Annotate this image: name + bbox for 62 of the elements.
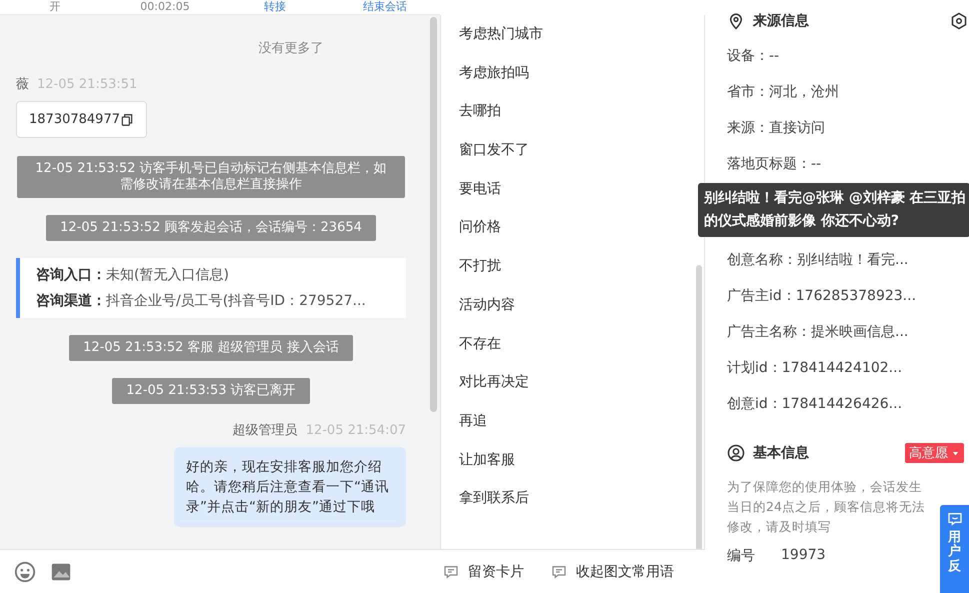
settings-icon[interactable]	[950, 12, 968, 30]
info-field: 创意名称：别纠结啦！看完...	[727, 252, 908, 268]
message-text: 18730784977	[29, 112, 120, 127]
quick-phrase[interactable]: 活动内容	[459, 286, 515, 324]
quick-phrase[interactable]: 再追	[459, 402, 487, 441]
transfer-link[interactable]: 转接	[220, 1, 330, 13]
info-field: 落地页标题：--	[727, 156, 822, 172]
location-pin-icon	[727, 12, 745, 30]
no-more-messages: 没有更多了	[258, 40, 324, 57]
system-notice: 12-05 21:53:53 访客已离开	[112, 378, 310, 404]
scrollbar[interactable]	[696, 265, 702, 549]
quick-phrase[interactable]: 不存在	[459, 324, 501, 364]
call-duration: 00:02:05	[139, 1, 191, 13]
message-time: 12-05 21:54:07	[306, 423, 406, 438]
copy-icon[interactable]	[120, 112, 134, 126]
field-label: 咨询渠道：	[36, 293, 106, 309]
info-note: 为了保障您的使用体验，会话发生当日的24点之后，顾客信息将无法修改，请及时填写	[727, 478, 926, 536]
quick-phrase[interactable]: 问价格	[459, 208, 501, 248]
field-value: 未知(暂无入口信息)	[106, 267, 229, 283]
section-title: 来源信息	[753, 12, 809, 30]
quick-phrase[interactable]: 考虑热门城市	[459, 15, 543, 54]
info-field: 广告主名称：提米映画信息...	[727, 324, 908, 340]
end-session-link[interactable]: 结束会话	[330, 1, 440, 13]
quick-phrase[interactable]: 考虑旅拍吗	[459, 54, 529, 92]
toolbar-button[interactable]: 收起图文常用语	[550, 563, 674, 581]
info-field: 创意id：178414426426...	[727, 396, 902, 412]
info-field: 计划id：178414424102...	[727, 360, 902, 376]
message-bubble: 好的亲，现在安排客服加您介绍哈。请您稍后注意查看一下“通讯录”并点击“新的朋友”通过下哦	[174, 447, 406, 527]
tooltip: 别纠结啦！看完@张琳 @刘梓豪 在三亚拍的仪式感婚前影像 你还不心动?	[698, 183, 969, 237]
user-icon	[727, 444, 745, 462]
field-label: 编号	[727, 547, 755, 565]
message-icon	[550, 563, 568, 581]
feedback-icon	[946, 511, 962, 527]
message-icon	[442, 563, 460, 581]
sender-name: 薇	[16, 76, 29, 93]
system-notice: 12-05 21:53:52 客服 超级管理员 接入会话	[69, 335, 353, 361]
quick-phrase[interactable]: 让加客服	[459, 440, 515, 480]
field-value: 19973	[781, 547, 826, 565]
info-field: 来源：直接访问	[727, 120, 825, 136]
intent-dropdown[interactable]: 高意愿	[905, 443, 964, 463]
message-time: 12-05 21:53:51	[37, 77, 138, 92]
feedback-button[interactable]: 用户反	[940, 505, 969, 593]
sender-name: 超级管理员	[232, 422, 298, 439]
quick-phrase[interactable]: 窗口发不了	[459, 131, 529, 170]
image-icon[interactable]	[50, 561, 72, 583]
scrollbar[interactable]	[430, 17, 437, 412]
system-notice: 12-05 21:53:52 顾客发起会话，会话编号：23654	[46, 215, 376, 241]
quick-phrase[interactable]: 对比再决定	[459, 363, 529, 402]
call-label: 开	[48, 1, 62, 13]
quick-phrase[interactable]: 不打扰	[459, 247, 501, 286]
info-field: 广告主id：176285378923...	[727, 288, 916, 304]
section-title: 基本信息	[753, 444, 809, 462]
field-value: 抖音企业号/员工号(抖音号ID：279527...	[106, 293, 366, 309]
quick-phrase[interactable]: 去哪拍	[459, 92, 501, 132]
system-notice: 12-05 21:53:52 访客手机号已自动标记右侧基本信息栏，如需修改请在基本信息栏直接操作	[17, 156, 405, 198]
quick-phrase[interactable]: 拿到联系后	[459, 479, 529, 518]
emoji-icon[interactable]	[14, 561, 36, 583]
info-field: 设备：--	[727, 48, 780, 64]
info-field: 省市：河北，沧州	[727, 84, 839, 100]
quick-phrase[interactable]: 要电话	[459, 170, 501, 208]
toolbar-button[interactable]: 留资卡片	[442, 563, 524, 581]
field-label: 咨询入口：	[36, 267, 106, 283]
